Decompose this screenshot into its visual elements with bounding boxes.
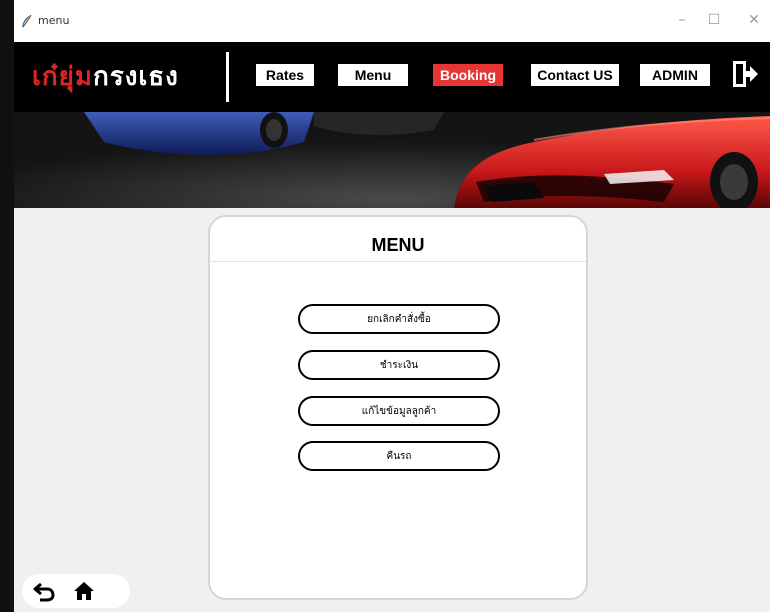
title-bar: menu – ☐ ✕ (14, 0, 770, 42)
close-button[interactable]: ✕ (744, 12, 764, 28)
logout-icon[interactable] (730, 59, 760, 89)
return-car-button[interactable]: คืนรถ (298, 441, 500, 471)
nav-admin-button[interactable]: ADMIN (640, 64, 710, 86)
feather-icon (22, 14, 32, 28)
left-window-edge (0, 0, 14, 612)
menu-title: MENU (371, 235, 425, 255)
app-window: menu – ☐ ✕ เก๋ยุ่ม กรงเธง Rates Menu Boo… (14, 0, 770, 612)
title-divider (210, 261, 586, 262)
logo-part-white: กรงเธง (93, 61, 179, 92)
nav-contact-us-button[interactable]: Contact US (531, 64, 619, 86)
menu-card: MENU ยกเลิกคำสั่งซื้อ ชำระเงิน แก้ไขข้อม… (208, 215, 588, 600)
back-arrow-icon[interactable] (32, 580, 56, 602)
cancel-order-button[interactable]: ยกเลิกคำสั่งซื้อ (298, 304, 500, 334)
edit-customer-info-button[interactable]: แก้ไขข้อมูลลูกค้า (298, 396, 500, 426)
logo-part-red: เก๋ยุ่ม (32, 61, 94, 92)
payment-button[interactable]: ชำระเงิน (298, 350, 500, 380)
window-title: menu (38, 14, 70, 27)
home-icon[interactable] (72, 580, 96, 602)
nav-rates-button[interactable]: Rates (256, 64, 314, 86)
maximize-button[interactable]: ☐ (704, 12, 724, 28)
cars-banner-image (14, 112, 770, 208)
minimize-button[interactable]: – (672, 12, 692, 28)
header-divider (226, 52, 229, 102)
bottom-nav (22, 574, 130, 608)
nav-menu-button[interactable]: Menu (338, 64, 408, 86)
header-bar: เก๋ยุ่ม กรงเธง Rates Menu Booking Contac… (14, 42, 770, 112)
brand-logo: เก๋ยุ่ม กรงเธง (32, 56, 179, 96)
nav-booking-button[interactable]: Booking (433, 64, 503, 86)
hero-banner (14, 112, 770, 208)
